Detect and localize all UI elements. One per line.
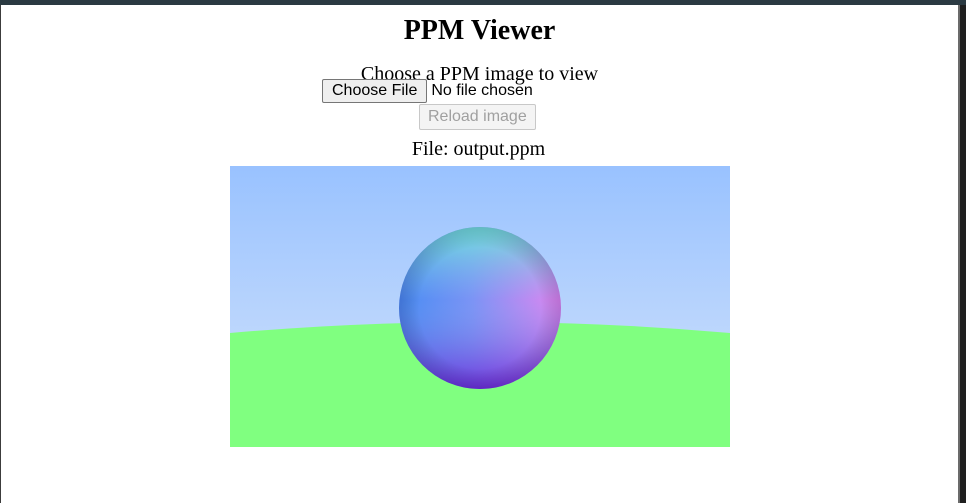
file-status-text: No file chosen <box>431 82 533 99</box>
window-right-border-highlight <box>958 5 960 503</box>
choose-file-button[interactable]: Choose File <box>322 79 428 103</box>
sphere-shape <box>399 227 561 389</box>
rendered-image <box>230 166 730 447</box>
reload-image-button[interactable]: Reload image <box>419 104 536 130</box>
ppm-image-canvas <box>230 166 730 447</box>
file-input[interactable]: Choose File No file chosen <box>322 79 533 103</box>
page-content: PPM Viewer Choose a PPM image to view <box>1 5 958 86</box>
browser-viewport: PPM Viewer Choose a PPM image to view Ch… <box>0 0 966 503</box>
current-file-label: File: output.ppm <box>411 138 546 160</box>
page-title: PPM Viewer <box>403 15 556 46</box>
